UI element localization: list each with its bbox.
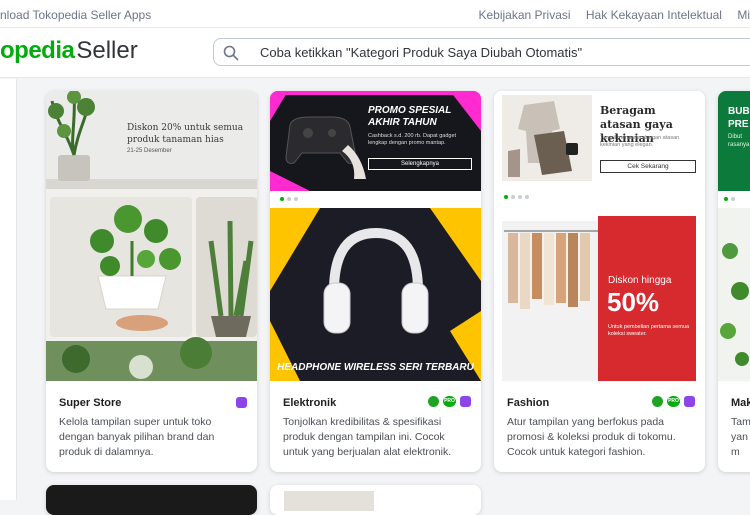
pro-badge-icon: PRO [667,396,680,407]
partial-banner-body: Dibut rasanya [728,133,749,149]
banner-date: 21-25 Desember [127,148,172,154]
search-placeholder: Coba ketikkan "Kategori Produk Saya Diub… [260,45,582,60]
privacy-link[interactable]: Kebijakan Privasi [479,8,571,22]
theme-card-fashion[interactable]: Beragam atasan gaya kekinian Tampil mena… [494,91,705,472]
promo-body: Cashback s.d. 200 rb. Dapat gadget lengk… [368,133,474,147]
carousel-dots [724,197,735,201]
theme-card-partial[interactable]: BUB PRE Dibut rasanya Mak Tam yan m [718,91,750,472]
fashion-banner-body: Tampil menawan dengan atasan kekinian ya… [600,135,700,149]
search-input[interactable]: Coba ketikkan "Kategori Produk Saya Diub… [213,38,750,66]
top-links: Kebijakan Privasi Hak Kekayaan Intelektu… [467,8,750,22]
partial-banner-title: BUB PRE [728,105,750,131]
next-row-preview [284,491,374,511]
theme-card-next-row-2[interactable] [270,485,481,515]
logo[interactable]: opediaSeller [0,37,138,65]
card-description: Tam yan m [731,415,748,460]
download-app-link[interactable]: nload Tokopedia Seller Apps [0,8,151,22]
header: opediaSeller Coba ketikkan "Kategori Pro… [0,28,750,78]
card-badges: PRO [428,396,471,407]
sale-label: Diskon hingga [608,275,671,286]
logo-brand: opedia [0,37,74,64]
theme-card-elektronik[interactable]: PROMO SPESIAL AKHIR TAHUN Cashback s.d. … [270,91,481,472]
card-title: Fashion [507,397,549,409]
carousel-dots [280,197,298,201]
search-icon [223,45,239,61]
power-merchant-badge-icon [236,397,247,408]
card-badges [236,397,247,408]
banner-text: Diskon 20% untuk semua produk tanaman hi… [127,122,247,146]
sale-note: Untuk pembelian pertama semua koleksi sw… [608,324,694,338]
ip-link[interactable]: Hak Kekayaan Intelektual [586,8,722,22]
card-title: Mak [731,397,750,409]
power-merchant-badge-icon [460,396,471,407]
logo-seller: Seller [76,37,137,64]
card-description: Kelola tampilan super untuk toko dengan … [59,415,247,460]
sale-value: 50% [607,287,659,317]
card-title: Elektronik [283,397,336,409]
card-description: Tonjolkan kredibilitas & spesifikasi pro… [283,415,471,460]
theme-card-next-row-1[interactable] [46,485,257,515]
power-merchant-badge-icon [684,396,695,407]
card-title: Super Store [59,397,121,409]
promo-title: PROMO SPESIAL AKHIR TAHUN [368,105,478,129]
next-row-preview [46,485,257,515]
promo-button[interactable]: Selengkapnya [368,158,472,170]
official-badge-icon [428,396,439,407]
card-description: Atur tampilan yang berfokus pada promosi… [507,415,695,460]
card-badges: PRO [652,396,695,407]
top-utility-bar: nload Tokopedia Seller Apps Kebijakan Pr… [0,0,750,28]
headphone-text: HEADPHONE WIRELESS SERI TERBARU [270,361,481,381]
theme-card-super-store[interactable]: Diskon 20% untuk semua produk tanaman hi… [46,91,257,472]
pro-badge-icon: PRO [443,396,456,407]
more-link[interactable]: Mi [737,8,750,22]
sidebar [0,79,17,500]
carousel-dots [504,195,529,199]
fashion-banner-button[interactable]: Cek Sekarang [600,160,696,173]
official-badge-icon [652,396,663,407]
clothes-rack-icon [508,233,590,309]
